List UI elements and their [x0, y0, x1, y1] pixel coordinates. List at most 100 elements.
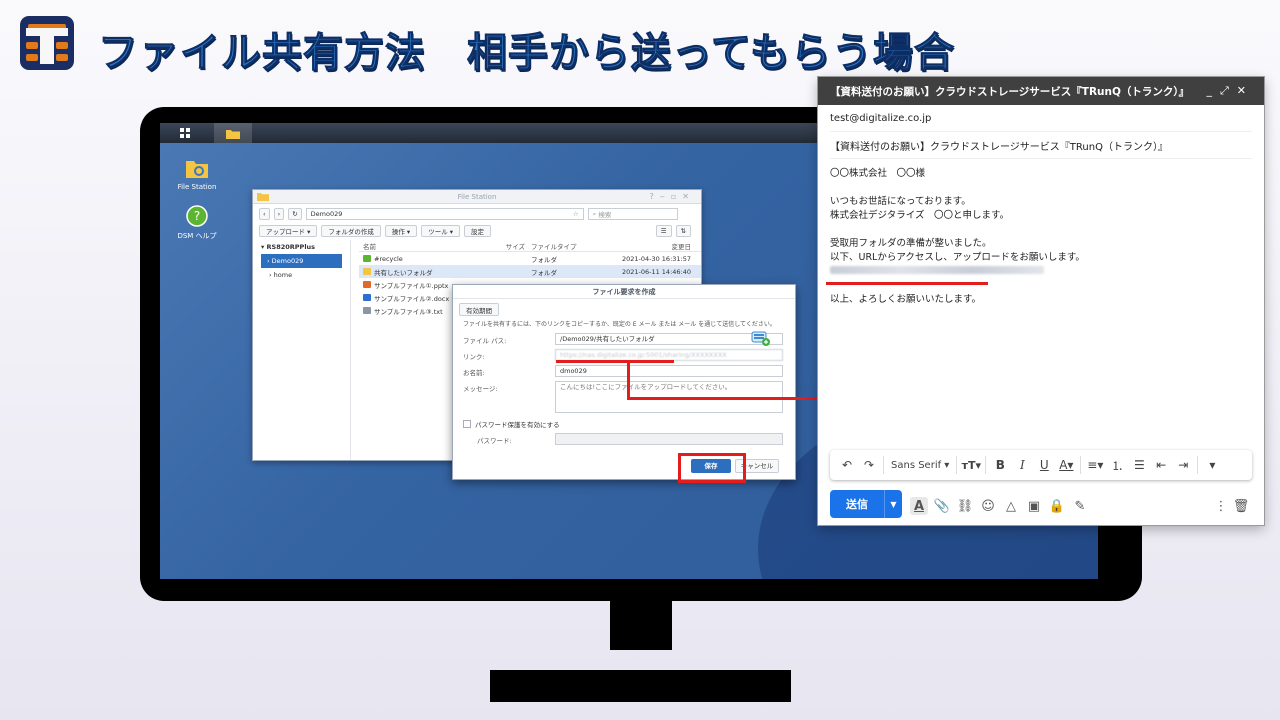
- table-row[interactable]: 共有したいフォルダ フォルダ 2021-06-11 14:46:40: [359, 265, 701, 278]
- file-request-dialog: ファイル要求を作成 有効期間 ファイルを共有するには、下のリンクをコピーするか、…: [452, 284, 796, 480]
- body-line: 受取用フォルダの準備が整いました。: [830, 238, 992, 249]
- column-modified[interactable]: 変更日: [585, 241, 692, 251]
- name-label: お名前:: [463, 369, 485, 377]
- attach-icon[interactable]: 📎: [933, 497, 951, 515]
- file-modified-cell: 2021-06-11 14:46:40: [621, 267, 691, 276]
- message-body[interactable]: 〇〇株式会社 〇〇様 いつもお世話になっております。 株式会社デジタライズ 〇〇と…: [830, 167, 1252, 307]
- recipient-field[interactable]: test@digitalize.co.jp: [830, 105, 1252, 132]
- message-value: こんにちは!ここにファイルをアップロードしてください。: [560, 383, 732, 391]
- signature-icon[interactable]: ✎: [1071, 497, 1089, 515]
- file-name: サンプルファイル②.docx: [374, 294, 450, 303]
- tree-item-home[interactable]: › home: [253, 268, 350, 282]
- send-button[interactable]: 送信 ▼: [830, 490, 902, 518]
- discard-draft-icon[interactable]: 🗑: [1232, 497, 1250, 515]
- desktop-file-station[interactable]: File Station: [167, 157, 227, 191]
- file-name: 共有したいフォルダ: [374, 268, 433, 277]
- trunq-logo: [20, 16, 74, 70]
- redo-icon[interactable]: ↷: [858, 454, 880, 476]
- formatting-options-icon[interactable]: A: [910, 497, 928, 515]
- close-icon[interactable]: ✕: [1237, 84, 1254, 97]
- path-value: Demo029: [310, 210, 343, 218]
- tab-validity-period[interactable]: 有効期間: [459, 303, 499, 316]
- main-menu-icon[interactable]: [166, 123, 204, 143]
- bold-icon[interactable]: B: [989, 454, 1011, 476]
- send-label: 送信: [846, 498, 868, 511]
- send-options-icon[interactable]: ▼: [884, 490, 902, 518]
- name-value: dmo029: [560, 367, 587, 375]
- drive-icon[interactable]: △: [1002, 497, 1020, 515]
- align-icon[interactable]: ≡▾: [1084, 454, 1106, 476]
- numbered-list-icon[interactable]: ⒈: [1106, 454, 1128, 476]
- tree-root[interactable]: ▾ RS820RPPlus: [253, 240, 350, 254]
- back-button[interactable]: ‹: [259, 208, 270, 220]
- file-type-cell: フォルダ: [531, 255, 557, 264]
- password-field[interactable]: [555, 433, 783, 445]
- name-field[interactable]: dmo029: [555, 365, 783, 377]
- taskbar-file-station-icon[interactable]: [214, 123, 252, 143]
- logo-stripe: [56, 42, 68, 49]
- qr-code-icon[interactable]: [751, 329, 771, 347]
- monitor-neck: [610, 600, 672, 650]
- create-folder-button[interactable]: フォルダの作成: [321, 225, 381, 237]
- italic-icon[interactable]: I: [1011, 454, 1033, 476]
- password-checkbox[interactable]: [463, 420, 471, 428]
- column-name[interactable]: 名前: [359, 241, 505, 251]
- emoji-icon[interactable]: ☺: [979, 497, 997, 515]
- pptx-icon: [363, 281, 371, 288]
- sort-icon[interactable]: ⇅: [675, 225, 691, 237]
- more-options-icon[interactable]: ⋮: [1212, 497, 1230, 515]
- window-title: File Station: [457, 193, 497, 201]
- search-input[interactable]: ⌕ 検索: [587, 208, 678, 220]
- indent-less-icon[interactable]: ⇤: [1150, 454, 1172, 476]
- compose-header-title: 【資料送付のお願い】クラウドストレージサービス『TRunQ（トランク）』: [830, 85, 1190, 98]
- star-icon[interactable]: ☆: [573, 210, 579, 218]
- insert-link-icon[interactable]: ⛓: [956, 497, 974, 515]
- more-formatting-icon[interactable]: ▾: [1201, 454, 1223, 476]
- desktop-dsm-help[interactable]: ? DSM ヘルプ: [167, 205, 227, 241]
- tree-item-label: Demo029: [271, 257, 304, 265]
- refresh-icon[interactable]: ↻: [288, 208, 302, 220]
- file-name-cell: #recycle: [359, 255, 505, 263]
- desktop-icon-label: DSM ヘルプ: [177, 232, 217, 240]
- window-controls[interactable]: ?‒▫✕: [650, 192, 695, 201]
- expand-icon[interactable]: ⤢: [1220, 84, 1237, 97]
- link-underline-annotation: [556, 360, 674, 363]
- password-protect-option[interactable]: パスワード保護を有効にする: [463, 419, 560, 429]
- confidential-mode-icon[interactable]: 🔒: [1048, 497, 1066, 515]
- tools-button[interactable]: ツール ▾: [421, 225, 461, 237]
- upload-button[interactable]: アップロード ▾: [259, 225, 318, 237]
- text-size-icon[interactable]: тT▾: [960, 454, 982, 476]
- help-icon: ?: [186, 205, 208, 227]
- table-row[interactable]: #recycle フォルダ 2021-04-30 16:31:57: [359, 252, 701, 265]
- file-station-icon: [186, 161, 208, 178]
- bulleted-list-icon[interactable]: ☰: [1128, 454, 1150, 476]
- folder-tree: ▾ RS820RPPlus › Demo029 › home: [253, 240, 351, 460]
- file-path-field[interactable]: /Demo029/共有したいフォルダ: [555, 333, 783, 345]
- column-size[interactable]: サイズ: [505, 241, 525, 251]
- link-label: リンク:: [463, 353, 485, 361]
- path-field[interactable]: Demo029 ☆: [305, 208, 584, 220]
- tree-item-demo029[interactable]: › Demo029: [261, 254, 342, 268]
- underline-icon[interactable]: U: [1033, 454, 1055, 476]
- minimize-icon[interactable]: _: [1206, 84, 1220, 97]
- compose-window-controls[interactable]: _⤢✕: [1206, 84, 1254, 98]
- compose-header[interactable]: 【資料送付のお願い】クラウドストレージサービス『TRunQ（トランク）』 _⤢✕: [818, 77, 1264, 105]
- desktop-icon-label: File Station: [177, 183, 217, 191]
- indent-more-icon[interactable]: ⇥: [1172, 454, 1194, 476]
- forward-button[interactable]: ›: [273, 208, 285, 220]
- text-color-icon[interactable]: A▾: [1055, 454, 1077, 476]
- subject-field[interactable]: 【資料送付のお願い】クラウドストレージサービス『TRunQ（トランク）』: [830, 132, 1252, 159]
- view-list-icon[interactable]: ☰: [655, 225, 672, 237]
- settings-button[interactable]: 設定: [464, 225, 492, 237]
- font-select[interactable]: Sans Serif ▾: [887, 454, 953, 476]
- subject-value: 【資料送付のお願い】クラウドストレージサービス『TRunQ（トランク）』: [830, 141, 1168, 153]
- column-type[interactable]: ファイルタイプ: [525, 241, 585, 251]
- undo-icon[interactable]: ↶: [836, 454, 858, 476]
- blurred-link[interactable]: [830, 266, 1044, 274]
- tree-item-label: home: [273, 271, 293, 279]
- action-button[interactable]: 操作 ▾: [384, 225, 418, 237]
- window-titlebar[interactable]: File Station ?‒▫✕: [253, 190, 701, 204]
- insert-photo-icon[interactable]: ▣: [1025, 497, 1043, 515]
- docx-icon: [363, 294, 371, 301]
- recycle-folder-icon: [363, 255, 371, 262]
